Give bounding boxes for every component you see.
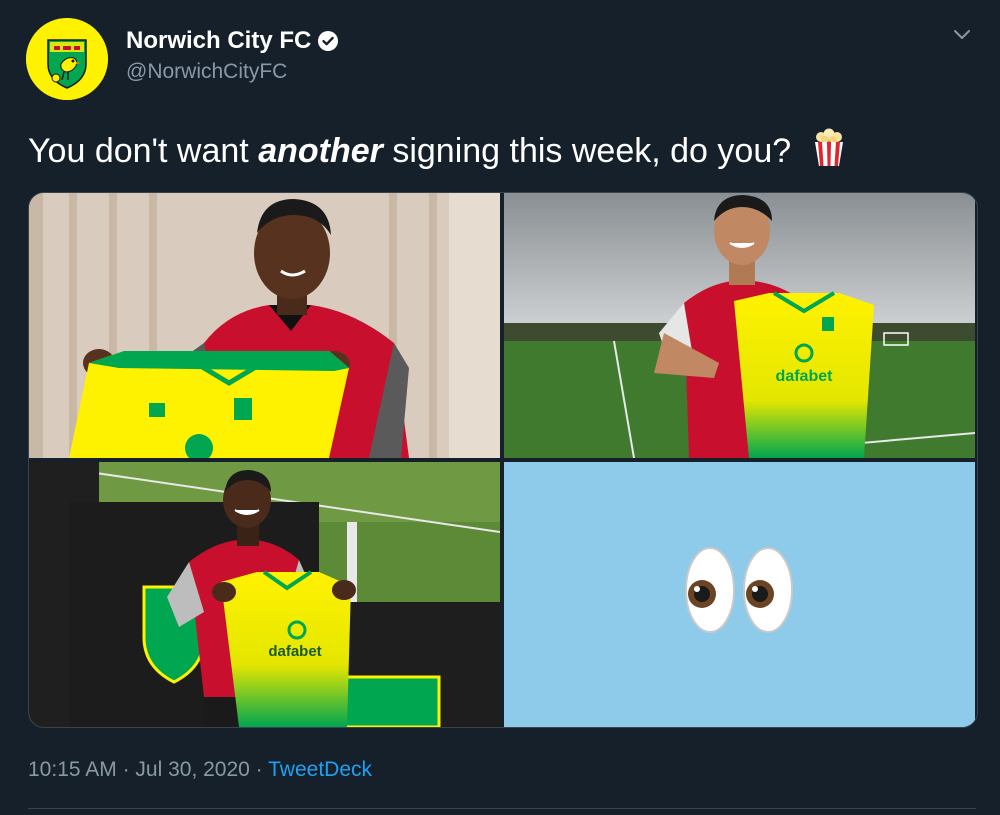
- media-grid: dafabet dafabet: [28, 192, 978, 728]
- tweet-date[interactable]: Jul 30, 2020: [135, 758, 249, 781]
- popcorn-icon: [809, 128, 849, 179]
- tweet-text-end: signing this week, do you?: [382, 132, 792, 170]
- verified-badge-icon: [317, 30, 339, 52]
- jersey-sponsor-text-2: dafabet: [776, 368, 834, 385]
- eyes-icon: [504, 462, 975, 727]
- divider: [28, 808, 976, 809]
- jersey-sponsor-text-3: dafabet: [268, 643, 321, 660]
- tweet-text: You don't want another signing this week…: [28, 128, 849, 179]
- chevron-down-icon[interactable]: [950, 22, 974, 46]
- media-emoji-tile[interactable]: [504, 462, 975, 727]
- display-name[interactable]: Norwich City FC: [126, 26, 311, 56]
- meta-separator: ·: [249, 758, 269, 781]
- tweet-text-emphasis: another: [258, 132, 383, 170]
- media-photo-1[interactable]: [29, 193, 500, 458]
- tweet-author: Norwich City FC @NorwichCityFC: [126, 26, 339, 86]
- tweet-meta: 10:15 AM · Jul 30, 2020 · TweetDeck: [28, 756, 372, 784]
- media-photo-3[interactable]: dafabet: [29, 462, 500, 727]
- club-crest-avatar[interactable]: [26, 18, 108, 100]
- tweet-card: Norwich City FC @NorwichCityFC You don't…: [0, 0, 1000, 815]
- tweet-source-link[interactable]: TweetDeck: [268, 758, 372, 781]
- media-photo-2[interactable]: dafabet: [504, 193, 975, 458]
- tweet-text-start: You don't want: [28, 132, 259, 170]
- tweet-time[interactable]: 10:15 AM: [28, 758, 117, 781]
- user-handle[interactable]: @NorwichCityFC: [126, 58, 339, 86]
- meta-separator: ·: [116, 758, 136, 781]
